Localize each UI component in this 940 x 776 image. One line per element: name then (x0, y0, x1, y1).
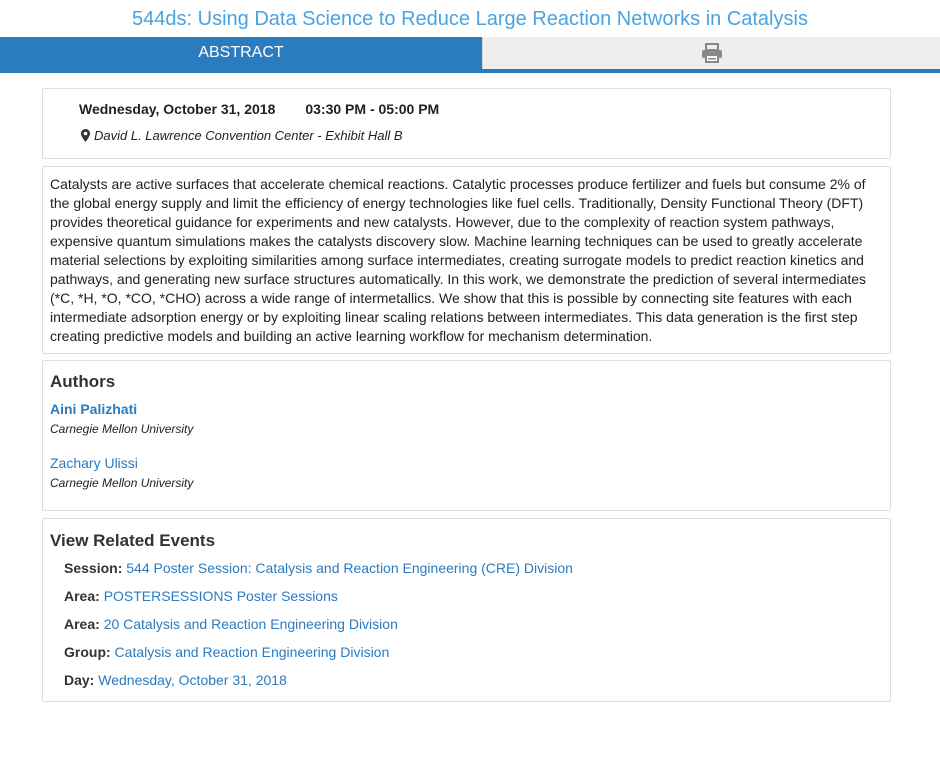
tab-bar: ABSTRACT (0, 37, 940, 73)
author-affiliation: Carnegie Mellon University (50, 476, 194, 490)
schedule-box: Wednesday, October 31, 2018 03:30 PM - 05… (42, 88, 891, 159)
related-event-row: Group: Catalysis and Reaction Engineerin… (64, 644, 389, 660)
related-label: Day: (64, 672, 95, 688)
related-link[interactable]: Wednesday, October 31, 2018 (98, 672, 287, 688)
abstract-line: expensive quantum simulations makes the … (50, 233, 863, 249)
map-marker-icon (81, 129, 90, 142)
related-label: Group: (64, 644, 111, 660)
related-event-row: Area: 20 Catalysis and Reaction Engineer… (64, 616, 398, 632)
related-link[interactable]: POSTERSESSIONS Poster Sessions (104, 588, 338, 604)
related-link[interactable]: Catalysis and Reaction Engineering Divis… (115, 644, 390, 660)
related-event-row: Area: POSTERSESSIONS Poster Sessions (64, 588, 338, 604)
authors-box: Authors Aini Palizhati Carnegie Mellon U… (42, 360, 891, 511)
tab-abstract[interactable]: ABSTRACT (0, 37, 482, 69)
abstract-line: the global energy supply and limit the e… (50, 195, 864, 211)
abstract-line: (*C, *H, *O, *CO, *CHO) across a wide ra… (50, 290, 852, 306)
schedule-date: Wednesday, October 31, 2018 (79, 101, 276, 117)
print-button[interactable] (482, 37, 940, 69)
related-events-box: View Related Events Session: 544 Poster … (42, 518, 891, 702)
related-event-row: Session: 544 Poster Session: Catalysis a… (64, 560, 573, 576)
page-title: 544ds: Using Data Science to Reduce Larg… (132, 8, 808, 30)
abstract-line: material selections by exploiting simila… (50, 252, 864, 268)
author-affiliation: Carnegie Mellon University (50, 422, 194, 436)
related-link[interactable]: 20 Catalysis and Reaction Engineering Di… (104, 616, 398, 632)
related-label: Area: (64, 588, 100, 604)
related-link[interactable]: 544 Poster Session: Catalysis and Reacti… (126, 560, 573, 576)
abstract-text: Catalysts are active surfaces that accel… (50, 175, 880, 346)
schedule-time: 03:30 PM - 05:00 PM (305, 101, 440, 117)
abstract-box: Catalysts are active surfaces that accel… (42, 166, 891, 354)
related-label: Session: (64, 560, 123, 576)
abstract-line: creating predictive models and building … (50, 328, 653, 344)
abstract-line: pathways, and generating new surface str… (50, 271, 867, 287)
authors-heading: Authors (50, 372, 116, 391)
schedule-datetime: Wednesday, October 31, 2018 03:30 PM - 05… (79, 101, 439, 117)
author-link[interactable]: Aini Palizhati (50, 401, 137, 417)
abstract-line: Catalysts are active surfaces that accel… (50, 176, 866, 192)
author-link[interactable]: Zachary Ulissi (50, 455, 138, 471)
related-event-row: Day: Wednesday, October 31, 2018 (64, 672, 287, 688)
abstract-line: provides theoretical guidance for experi… (50, 214, 835, 230)
location-text: David L. Lawrence Convention Center - Ex… (94, 128, 403, 143)
related-label: Area: (64, 616, 100, 632)
abstract-line: intermediate adsorption energy or by exp… (50, 309, 858, 325)
printer-icon (701, 43, 722, 63)
schedule-location: David L. Lawrence Convention Center - Ex… (81, 128, 403, 143)
related-events-heading: View Related Events (50, 531, 216, 550)
